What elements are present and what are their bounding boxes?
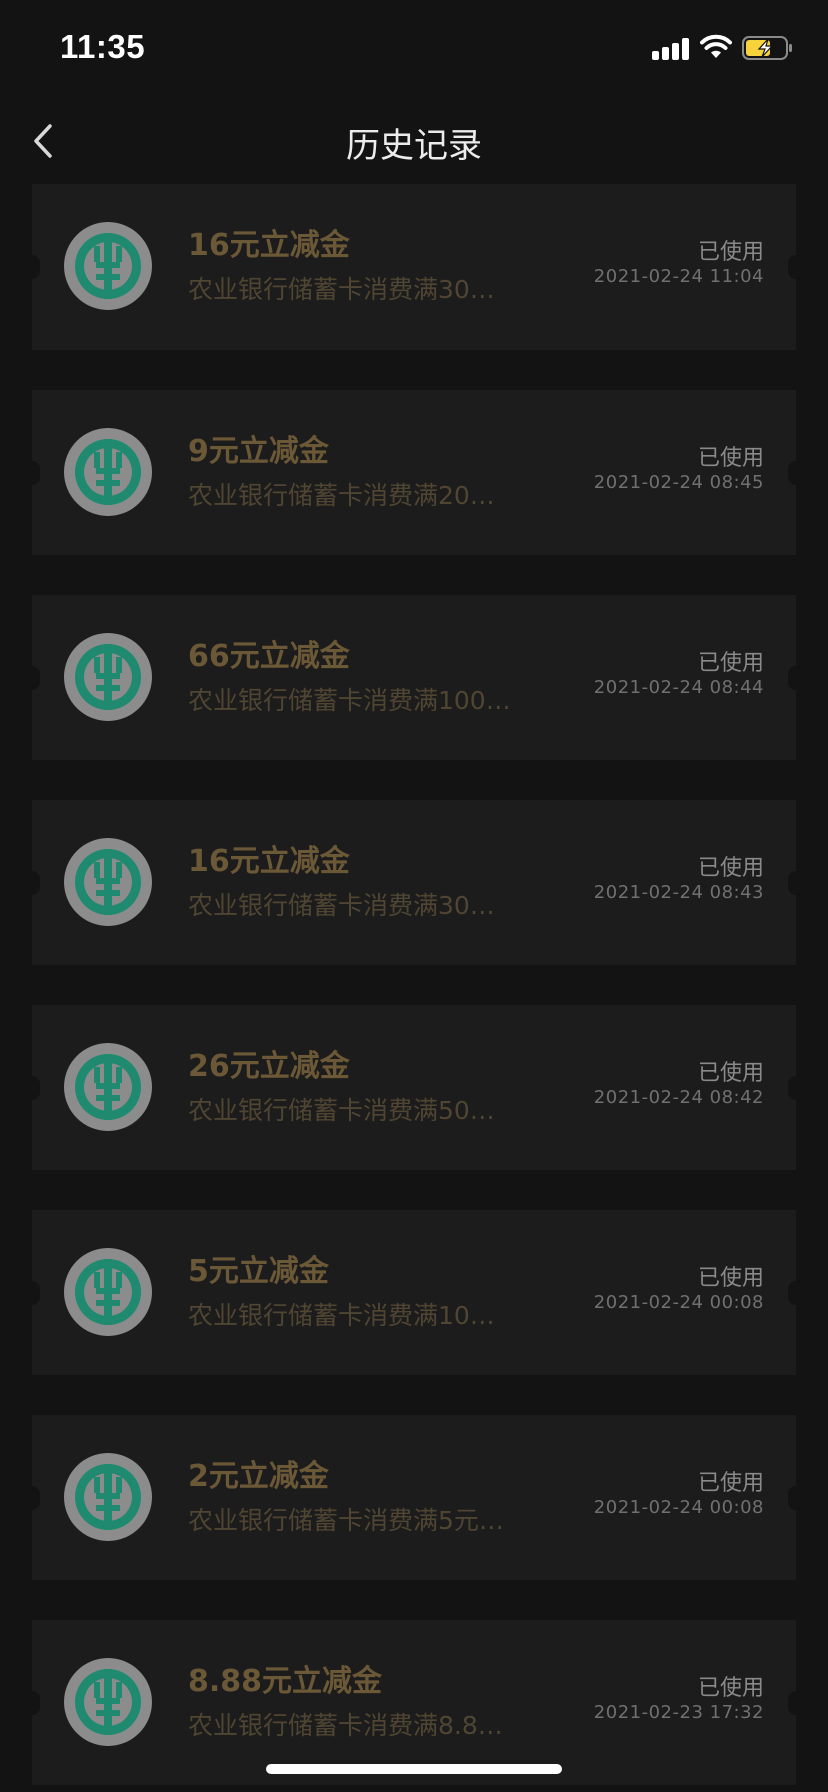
navigation-bar: 历史记录 (0, 100, 828, 182)
coupon-amount: 9元立减金 (188, 434, 329, 469)
abc-bank-logo-icon (64, 1043, 152, 1131)
coupon-date: 2021-02-24 00:08 (593, 1497, 764, 1518)
coupon-amount: 26元立减金 (188, 1049, 350, 1084)
coupon-description: 农业银行储蓄卡消费满30… (188, 891, 495, 920)
coupon-status: 已使用 (697, 446, 764, 471)
cellular-signal-icon (652, 38, 690, 60)
page-title: 历史记录 (346, 126, 482, 166)
coupon-date: 2021-02-24 08:42 (593, 1087, 764, 1108)
coupon-date: 2021-02-24 08:43 (593, 882, 764, 903)
coupon-description: 农业银行储蓄卡消费满20… (188, 481, 495, 510)
coupon-amount: 16元立减金 (188, 228, 350, 263)
card-notch-right (788, 255, 804, 279)
coupon-date: 2021-02-24 11:04 (593, 266, 764, 287)
coupon-status: 已使用 (697, 1471, 764, 1496)
abc-bank-logo-icon (64, 1453, 152, 1541)
coupon-status: 已使用 (697, 856, 764, 881)
card-notch-left (24, 255, 40, 279)
coupon-status: 已使用 (697, 1266, 764, 1291)
coupon-amount: 16元立减金 (188, 844, 350, 879)
card-notch-right (788, 1485, 804, 1510)
coupon-card[interactable]: 2元立减金 农业银行储蓄卡消费满5元… 已使用 2021-02-24 00:08 (24, 1415, 804, 1580)
coupon-status: 已使用 (697, 1061, 764, 1086)
coupon-amount: 5元立减金 (188, 1254, 329, 1289)
coupon-description: 农业银行储蓄卡消费满30… (188, 275, 495, 304)
card-notch-right (788, 1280, 804, 1305)
card-notch-left (24, 1280, 40, 1305)
card-notch-right (788, 870, 804, 895)
home-indicator[interactable] (266, 1764, 562, 1774)
coupon-amount: 66元立减金 (188, 639, 350, 674)
card-notch-right (788, 1690, 804, 1715)
status-bar: 11:35 (0, 0, 828, 100)
coupon-card[interactable]: 5元立减金 农业银行储蓄卡消费满10… 已使用 2021-02-24 00:08 (24, 1210, 804, 1375)
coupon-description: 农业银行储蓄卡消费满10… (188, 1301, 495, 1330)
coupon-amount: 8.88元立减金 (188, 1664, 383, 1699)
coupon-card[interactable]: 66元立减金 农业银行储蓄卡消费满100… 已使用 2021-02-24 08:… (24, 595, 804, 760)
abc-bank-logo-icon (64, 633, 152, 721)
coupon-status: 已使用 (697, 651, 764, 676)
abc-bank-logo-icon (64, 1248, 152, 1336)
card-notch-left (24, 665, 40, 690)
coupon-amount: 2元立减金 (188, 1459, 329, 1494)
coupon-history-list: 16元立减金 农业银行储蓄卡消费满30… 已使用 2021-02-24 11:0… (24, 184, 804, 1792)
coupon-date: 2021-02-24 00:08 (593, 1292, 764, 1313)
coupon-description: 农业银行储蓄卡消费满5元… (188, 1506, 504, 1535)
coupon-card[interactable]: 26元立减金 农业银行储蓄卡消费满50… 已使用 2021-02-24 08:4… (24, 1005, 804, 1170)
card-notch-right (788, 1075, 804, 1100)
coupon-status: 已使用 (697, 240, 764, 265)
coupon-status: 已使用 (697, 1676, 764, 1701)
coupon-date: 2021-02-23 17:32 (593, 1702, 764, 1723)
coupon-date: 2021-02-24 08:45 (593, 472, 764, 493)
coupon-description: 农业银行储蓄卡消费满50… (188, 1096, 495, 1125)
coupon-card[interactable]: 16元立减金 农业银行储蓄卡消费满30… 已使用 2021-02-24 11:0… (24, 184, 804, 350)
screen: 11:35 历史记录 16元立减金 农业银行储蓄卡消费满30… 已使用 2021… (0, 0, 828, 1792)
card-notch-left (24, 1690, 40, 1715)
coupon-description: 农业银行储蓄卡消费满100… (188, 686, 511, 715)
card-notch-left (24, 870, 40, 895)
coupon-card[interactable]: 8.88元立减金 农业银行储蓄卡消费满8.8… 已使用 2021-02-23 1… (24, 1620, 804, 1785)
card-notch-right (788, 665, 804, 690)
battery-charging-icon (742, 36, 792, 60)
card-notch-left (24, 460, 40, 485)
coupon-card[interactable]: 16元立减金 农业银行储蓄卡消费满30… 已使用 2021-02-24 08:4… (24, 800, 804, 965)
abc-bank-logo-icon (64, 428, 152, 516)
wifi-icon (700, 34, 732, 58)
card-notch-left (24, 1485, 40, 1510)
card-notch-left (24, 1075, 40, 1100)
abc-bank-logo-icon (64, 838, 152, 926)
abc-bank-logo-icon (64, 222, 152, 310)
card-notch-right (788, 460, 804, 485)
status-time: 11:35 (60, 28, 146, 65)
coupon-card[interactable]: 9元立减金 农业银行储蓄卡消费满20… 已使用 2021-02-24 08:45 (24, 390, 804, 555)
abc-bank-logo-icon (64, 1658, 152, 1746)
coupon-date: 2021-02-24 08:44 (593, 677, 764, 698)
coupon-description: 农业银行储蓄卡消费满8.8… (188, 1711, 503, 1740)
